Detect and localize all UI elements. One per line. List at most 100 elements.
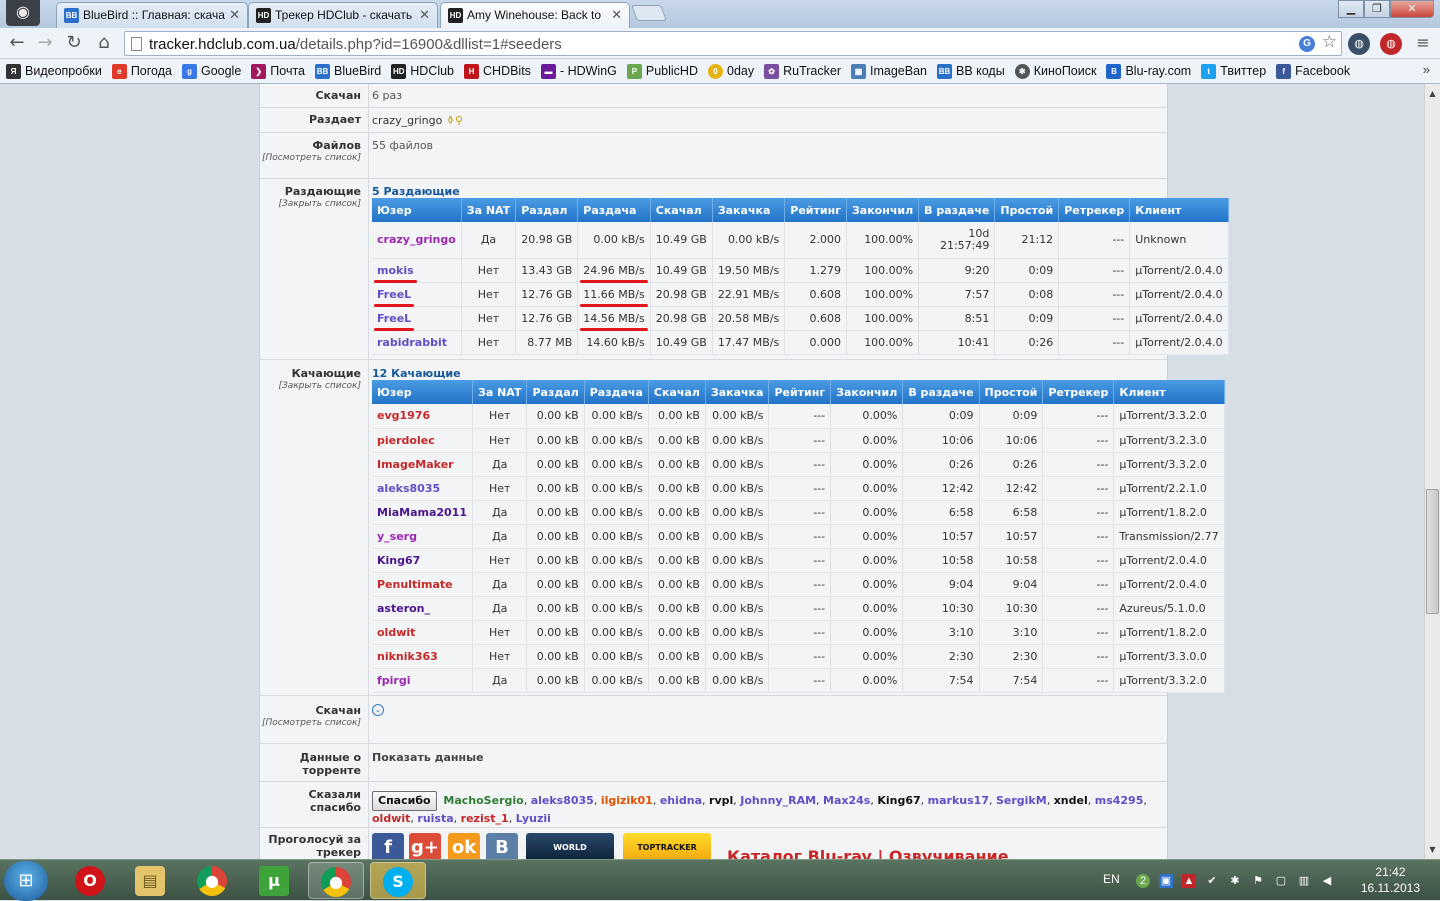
volume-icon[interactable]: ◀	[1320, 874, 1334, 888]
back-button[interactable]: ←	[6, 32, 28, 54]
taskbar-utorrent[interactable]: µ	[246, 862, 302, 899]
page-scrollbar[interactable]: ▲ ▼	[1424, 84, 1440, 859]
bookmark-item[interactable]: ▦ ImageBan	[851, 63, 927, 79]
thanks-user-link[interactable]: MachoSergio	[443, 794, 523, 807]
bookmark-item[interactable]: e Погода	[111, 63, 172, 79]
user-link[interactable]: crazy_gringo	[377, 233, 456, 246]
user-link[interactable]: oldwit	[377, 626, 415, 639]
search-engine-icon[interactable]: G	[1299, 36, 1315, 52]
thanks-button[interactable]: Спасибо	[372, 791, 437, 811]
bookmark-item[interactable]: B Blu-ray.com	[1106, 63, 1191, 79]
bookmark-item[interactable]: H CHDBits	[464, 63, 531, 79]
bluetooth-icon[interactable]: ✱	[1228, 874, 1242, 888]
menu-icon[interactable]: ≡	[1412, 32, 1434, 54]
tab-bluebird[interactable]: BB BlueBird :: Главная: скача ✕	[56, 2, 248, 28]
home-button[interactable]: ⌂	[93, 32, 115, 54]
reload-button[interactable]: ↻	[63, 32, 85, 54]
google-plus-icon[interactable]: g+	[409, 833, 441, 859]
user-link[interactable]: niknik363	[377, 650, 438, 663]
scroll-up-icon[interactable]: ▲	[1425, 86, 1440, 101]
user-link[interactable]: Penultimate	[377, 578, 453, 591]
expand-icon[interactable]: ⌄	[372, 704, 384, 716]
bookmark-item[interactable]: ▬ - HDWinG	[540, 63, 617, 79]
bookmark-item[interactable]: ✿ RuTracker	[764, 63, 841, 79]
thanks-user-link[interactable]: Johnny_RAM	[740, 794, 816, 807]
user-link[interactable]: FreeL	[373, 312, 415, 331]
thanks-user-link[interactable]: oldwit	[372, 812, 410, 825]
taskbar-chrome-active[interactable]: ●	[308, 862, 364, 899]
clock[interactable]: 21:42 16.11.2013	[1361, 864, 1420, 896]
bookmark-item[interactable]: P PublicHD	[626, 63, 698, 79]
tab-amy-winehouse[interactable]: HD Amy Winehouse: Back to ✕	[440, 2, 630, 28]
taskbar-skype[interactable]: S	[370, 862, 426, 899]
user-link[interactable]: mokis	[374, 264, 417, 283]
address-bar[interactable]: tracker.hdclub.com.ua/details.php?id=169…	[124, 31, 1342, 56]
tray-shield-icon[interactable]: ▣	[1159, 874, 1173, 888]
bookmark-item[interactable]: ✱ КиноПоиск	[1014, 63, 1096, 79]
bookmark-item[interactable]: Я Видеопробки	[6, 63, 102, 79]
network-icon[interactable]: ▥	[1297, 874, 1311, 888]
thanks-user-link[interactable]: ms4295	[1095, 794, 1144, 807]
view-snatched-link[interactable]: [Посмотреть список]	[260, 717, 361, 730]
user-link[interactable]: MiaMama2011	[377, 506, 467, 519]
user-link[interactable]: FreeL	[373, 288, 415, 307]
user-link[interactable]: rabidrabbit	[377, 336, 447, 349]
close-tab-icon[interactable]: ✕	[611, 7, 622, 23]
thanks-user-link[interactable]: Lyuzii	[516, 812, 551, 825]
thanks-user-link[interactable]: markus17	[928, 794, 989, 807]
language-indicator[interactable]: EN	[1103, 872, 1120, 886]
bookmark-item[interactable]: BB BlueBird	[315, 63, 381, 79]
bookmark-item[interactable]: BB ВВ коды	[936, 63, 1005, 79]
user-link[interactable]: fpirgi	[377, 674, 411, 687]
user-link[interactable]: ImageMaker	[377, 458, 454, 471]
tray-antivirus-icon[interactable]: ▲	[1182, 874, 1196, 888]
top-tracker-banner[interactable]: TOPTRACKER	[623, 833, 711, 859]
user-link[interactable]: y_serg	[377, 530, 417, 543]
user-link[interactable]: aleks8035	[377, 482, 440, 495]
new-tab-button[interactable]	[631, 5, 667, 21]
close-tab-icon[interactable]: ✕	[229, 7, 240, 23]
bookmark-item[interactable]: 0 0day	[708, 63, 754, 79]
odnoklassniki-icon[interactable]: ok	[448, 833, 480, 859]
facebook-icon[interactable]: f	[372, 833, 404, 859]
user-link[interactable]: pierdolec	[377, 434, 435, 447]
scroll-thumb[interactable]	[1426, 489, 1439, 614]
thanks-user-link[interactable]: aleks8035	[531, 794, 594, 807]
thanks-user-link[interactable]: xndel	[1054, 794, 1088, 807]
vkontakte-icon[interactable]: В	[486, 833, 518, 859]
bookmark-item[interactable]: t Твиттер	[1201, 63, 1266, 79]
thanks-user-link[interactable]: Max24s	[823, 794, 870, 807]
maximize-button[interactable]: ❐	[1364, 0, 1390, 18]
extension-globe-icon[interactable]: ◍	[1348, 33, 1370, 55]
more-bookmarks-icon[interactable]: »	[1423, 62, 1430, 77]
taskbar-opera[interactable]: O	[62, 862, 118, 899]
tray-device-icon[interactable]: ▢	[1274, 874, 1288, 888]
thanks-user-link[interactable]: ruista	[417, 812, 453, 825]
bookmark-item[interactable]: ❯ Почта	[251, 63, 305, 79]
flag-icon[interactable]: ⚑	[1251, 874, 1265, 888]
taskbar-explorer[interactable]: ▤	[122, 862, 178, 899]
close-list-link[interactable]: [Закрыть список]	[260, 198, 361, 211]
taskbar-chrome[interactable]: ●	[184, 862, 240, 899]
thanks-user-link[interactable]: ilgizik01	[601, 794, 653, 807]
seeder-user-link[interactable]: crazy_gringo	[372, 114, 442, 127]
thanks-user-link[interactable]: rezist_1	[461, 812, 509, 825]
bookmark-item[interactable]: f Facebook	[1276, 63, 1350, 79]
bookmark-star-icon[interactable]: ☆	[1322, 32, 1337, 52]
extension-adblock-icon[interactable]: ◍	[1380, 33, 1402, 55]
start-button[interactable]: ⊞	[4, 861, 48, 901]
bookmark-item[interactable]: g Google	[181, 63, 241, 79]
thanks-user-link[interactable]: SergikM	[996, 794, 1047, 807]
close-tab-icon[interactable]: ✕	[419, 7, 430, 23]
tray-check-icon[interactable]: ✔	[1205, 874, 1219, 888]
minimize-button[interactable]: ▁	[1338, 0, 1364, 18]
forward-button[interactable]: →	[34, 32, 56, 54]
user-link[interactable]: evg1976	[377, 409, 430, 422]
thanks-user-link[interactable]: ehidna	[660, 794, 702, 807]
show-data-link[interactable]: Показать данные	[372, 751, 484, 764]
tray-app-icon[interactable]: 2	[1136, 874, 1150, 888]
tab-hdclub[interactable]: HD Трекер HDClub - скачать ✕	[248, 2, 438, 28]
scroll-down-icon[interactable]: ▼	[1425, 842, 1440, 857]
thanks-user-link[interactable]: King67	[877, 794, 920, 807]
thanks-user-link[interactable]: rvpl	[709, 794, 733, 807]
